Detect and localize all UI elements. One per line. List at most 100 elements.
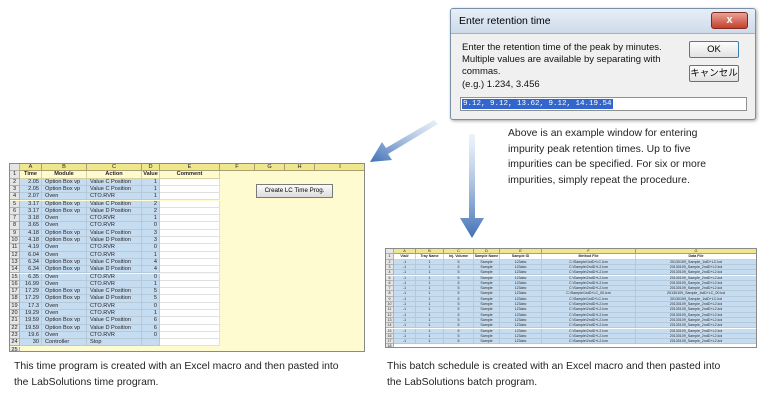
row-number[interactable]: 15 xyxy=(10,273,20,281)
table-cell[interactable]: CTO.RVR xyxy=(87,244,142,252)
table-cell[interactable]: Value C Position xyxy=(87,288,142,296)
column-title[interactable]: Action xyxy=(87,171,142,179)
table-cell[interactable]: Oven xyxy=(42,302,87,310)
table-cell[interactable]: 1 xyxy=(416,339,444,345)
comment-cell[interactable] xyxy=(160,295,220,303)
table-cell[interactable]: Oven xyxy=(42,310,87,318)
comment-cell[interactable] xyxy=(160,339,220,347)
row-number[interactable]: 18 xyxy=(386,344,394,347)
row-number[interactable]: 21 xyxy=(10,317,20,325)
comment-cell[interactable] xyxy=(160,244,220,252)
table-cell[interactable]: Value D Position xyxy=(87,324,142,332)
comment-cell[interactable] xyxy=(160,193,220,201)
table-cell[interactable]: Option Box vp xyxy=(42,178,87,186)
retention-time-input[interactable]: 9.12, 9.12, 13.62, 9.12, 14.19.54 xyxy=(460,97,747,111)
table-cell[interactable]: Sample xyxy=(474,339,500,345)
table-cell[interactable]: 6.35 xyxy=(20,273,42,281)
row-number[interactable]: 18 xyxy=(10,295,20,303)
table-cell[interactable]: 17.3 xyxy=(20,302,42,310)
table-cell[interactable]: 3.65 xyxy=(20,222,42,230)
batch-schedule-spreadsheet[interactable]: A B C D E F G 1 Vial# Tray Name Inj. Volume Sample … xyxy=(385,248,757,348)
dialog-titlebar[interactable]: Enter retention time x xyxy=(451,9,755,34)
comment-cell[interactable] xyxy=(160,222,220,230)
table-cell[interactable]: Oven xyxy=(42,331,87,340)
row-number[interactable]: 12 xyxy=(10,251,20,259)
table-cell[interactable]: Option Box vp xyxy=(42,288,87,296)
table-cell[interactable]: Option Box vp xyxy=(42,317,87,325)
row-number[interactable]: 16 xyxy=(10,280,20,289)
column-header[interactable]: G xyxy=(255,164,285,172)
table-cell[interactable]: 0 xyxy=(142,302,160,310)
comment-cell[interactable] xyxy=(160,280,220,289)
comment-cell[interactable] xyxy=(160,215,220,223)
row-number[interactable]: 14 xyxy=(10,266,20,274)
table-cell[interactable]: 6.34 xyxy=(20,266,42,274)
ok-button[interactable]: OK xyxy=(689,41,739,58)
column-header[interactable]: E xyxy=(160,164,220,172)
column-header[interactable]: A xyxy=(20,164,42,172)
table-cell[interactable]: C:\Sample\2ndD+L2.lcm xyxy=(542,339,636,345)
table-cell[interactable]: 2 xyxy=(142,200,160,208)
table-cell[interactable]: 2.07 xyxy=(20,193,42,201)
column-header[interactable]: H xyxy=(285,164,315,172)
table-cell[interactable]: Value D Position xyxy=(87,207,142,216)
table-cell[interactable]: 19.6 xyxy=(20,331,42,340)
table-cell[interactable]: 0 xyxy=(142,273,160,281)
table-cell[interactable]: 123abc xyxy=(500,339,542,345)
row-number[interactable]: 3 xyxy=(10,185,20,194)
column-title[interactable]: Comment xyxy=(160,171,220,179)
table-cell[interactable]: Oven xyxy=(42,251,87,259)
table-cell[interactable]: -1 xyxy=(394,339,416,345)
row-number[interactable]: 6 xyxy=(10,207,20,216)
table-cell[interactable]: Value C Position xyxy=(87,317,142,325)
comment-cell[interactable] xyxy=(160,317,220,325)
table-cell[interactable]: 2.05 xyxy=(20,178,42,186)
table-cell[interactable]: CTO.RVR xyxy=(87,331,142,340)
table-cell[interactable]: Option Box vp xyxy=(42,207,87,216)
table-cell[interactable]: 2.05 xyxy=(20,185,42,194)
column-title[interactable]: Time xyxy=(20,171,42,179)
table-cell[interactable]: 0 xyxy=(142,222,160,230)
comment-cell[interactable] xyxy=(160,266,220,274)
table-cell[interactable]: CTO.RVR xyxy=(87,310,142,318)
column-header[interactable]: C xyxy=(87,164,142,172)
table-cell[interactable]: CTO.RVR xyxy=(87,273,142,281)
row-number[interactable]: 19 xyxy=(10,302,20,310)
table-cell[interactable]: Oven xyxy=(42,193,87,201)
table-cell[interactable]: Value C Position xyxy=(87,178,142,186)
comment-cell[interactable] xyxy=(160,251,220,259)
row-number[interactable]: 20 xyxy=(10,310,20,318)
table-cell[interactable]: 0 xyxy=(142,331,160,340)
table-cell[interactable]: Value C Position xyxy=(87,200,142,208)
comment-cell[interactable] xyxy=(160,178,220,186)
table-cell[interactable]: 1 xyxy=(142,280,160,289)
row-number[interactable]: 13 xyxy=(10,258,20,267)
table-cell[interactable]: 5 xyxy=(142,295,160,303)
table-cell[interactable]: 1 xyxy=(142,193,160,201)
table-cell[interactable]: Value C Position xyxy=(87,258,142,267)
table-cell[interactable]: Oven xyxy=(42,273,87,281)
row-number[interactable]: 4 xyxy=(10,193,20,201)
table-cell[interactable]: 16.99 xyxy=(20,280,42,289)
table-cell[interactable]: Oven xyxy=(42,222,87,230)
table-cell[interactable]: 4 xyxy=(142,266,160,274)
cancel-button[interactable]: キャンセル xyxy=(689,65,739,82)
table-cell[interactable]: 30 xyxy=(20,339,42,347)
comment-cell[interactable] xyxy=(160,288,220,296)
table-cell[interactable]: 19.59 xyxy=(20,317,42,325)
row-number[interactable]: 9 xyxy=(10,229,20,237)
comment-cell[interactable] xyxy=(160,324,220,332)
comment-cell[interactable] xyxy=(160,310,220,318)
create-lc-time-prog-button[interactable]: Create LC Time Prog. xyxy=(256,184,333,198)
table-cell[interactable]: 3.17 xyxy=(20,200,42,208)
row-number[interactable]: 7 xyxy=(10,215,20,223)
table-cell[interactable]: 6.34 xyxy=(20,258,42,267)
table-cell[interactable]: 6 xyxy=(142,324,160,332)
column-title[interactable]: Module xyxy=(42,171,87,179)
row-number[interactable]: 5 xyxy=(10,200,20,208)
table-cell[interactable]: 5 xyxy=(142,288,160,296)
column-header[interactable]: F xyxy=(220,164,255,172)
comment-cell[interactable] xyxy=(160,331,220,340)
comment-cell[interactable] xyxy=(160,302,220,310)
table-cell[interactable]: 1 xyxy=(142,310,160,318)
